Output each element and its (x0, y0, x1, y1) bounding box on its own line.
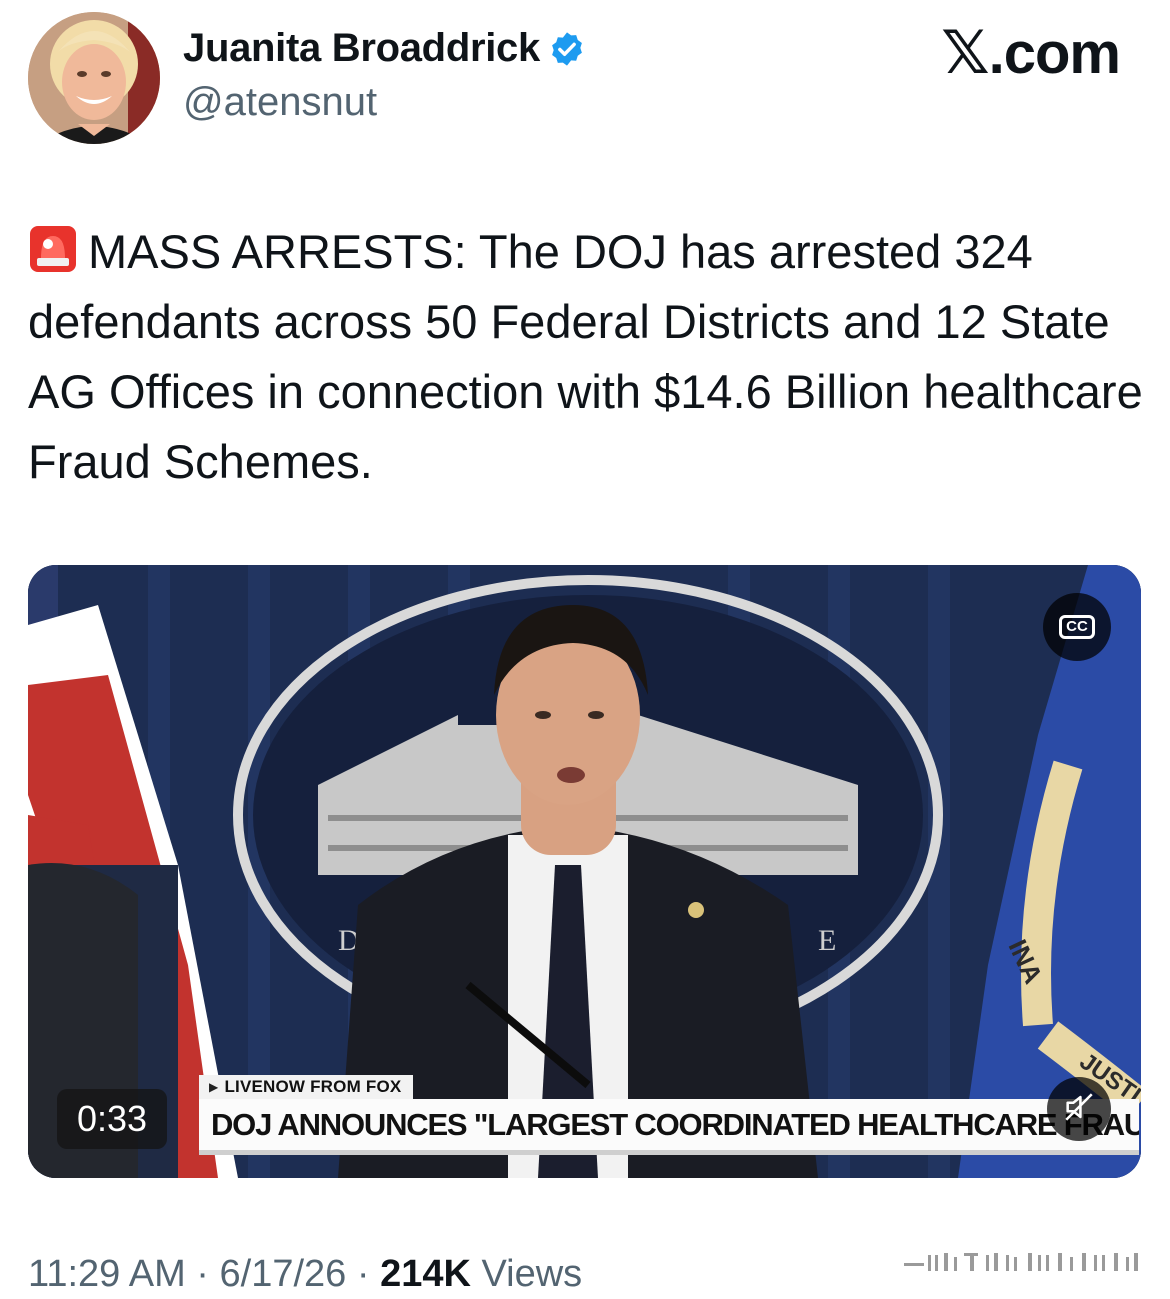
tweet-time[interactable]: 11:29 AM (28, 1253, 186, 1295)
video-timestamp: 0:33 (57, 1089, 167, 1149)
meta-separator: · (196, 1253, 209, 1295)
mute-button[interactable] (1047, 1077, 1111, 1141)
chyron-text: DOJ ANNOUNCES "LARGEST COORDINATED HEALT… (211, 1106, 1139, 1142)
rotating-light-siren-icon (28, 223, 78, 273)
meta-separator: · (356, 1253, 370, 1295)
seal-letter-right: E (818, 924, 836, 957)
tweet-metadata: 11:29 AM · 6/17/26 · 214K Views (28, 1253, 582, 1296)
video-player[interactable]: D E INA JUSTI CC 0:33 ▶ LIVENOW FROM FOX… (28, 565, 1141, 1178)
livenow-tag: ▶ LIVENOW FROM FOX (199, 1075, 414, 1099)
cc-icon: CC (1059, 615, 1095, 639)
verified-badge-icon (548, 30, 586, 68)
brand-watermark: 𝕏 .com (941, 18, 1121, 88)
views-label: Views (481, 1253, 583, 1295)
brand-domain: .com (988, 20, 1121, 86)
news-chyron: DOJ ANNOUNCES "LARGEST COORDINATED HEALT… (199, 1099, 1139, 1155)
livenow-label: LIVENOW FROM FOX (224, 1077, 402, 1096)
speaker-muted-icon (1062, 1090, 1096, 1129)
corner-watermark (898, 1247, 1148, 1275)
author-name-row: Juanita Broaddrick (183, 26, 586, 71)
views-count: 214K (380, 1253, 471, 1295)
tweet-text: MASS ARRESTS: The DOJ has arrested 324 d… (28, 217, 1143, 497)
video-frame: D E INA JUSTI (28, 565, 1141, 1178)
play-triangle-icon: ▶ (209, 1080, 219, 1094)
user-handle[interactable]: @atensnut (183, 80, 377, 125)
avatar[interactable] (28, 12, 160, 144)
tweet-body: MASS ARRESTS: The DOJ has arrested 324 d… (28, 225, 1143, 488)
x-logo-icon: 𝕏 (941, 18, 989, 88)
tweet-date[interactable]: 6/17/26 (220, 1253, 347, 1295)
display-name[interactable]: Juanita Broaddrick (183, 26, 540, 71)
captions-button[interactable]: CC (1043, 593, 1111, 661)
